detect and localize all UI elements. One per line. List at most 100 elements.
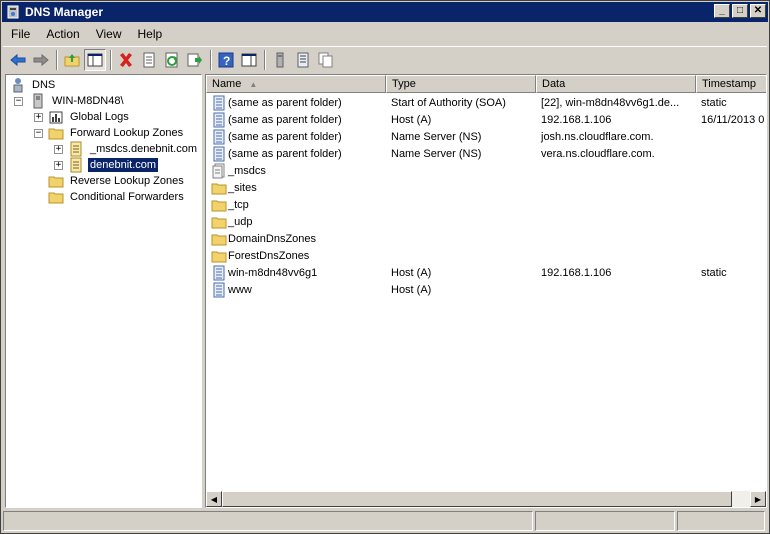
zone-icon: [70, 141, 82, 157]
column-header-data[interactable]: Data: [536, 75, 696, 93]
folder-icon: [211, 217, 227, 228]
record-name: DomainDnsZones: [228, 232, 317, 245]
record-name: (same as parent folder): [228, 113, 342, 126]
scroll-right-button[interactable]: ▶: [750, 491, 766, 507]
tree-item-global-logs[interactable]: Global Logs: [48, 109, 131, 125]
tree-item-reverse-lookup-zones[interactable]: Reverse Lookup Zones: [48, 173, 186, 189]
server-button[interactable]: [269, 49, 291, 71]
properties-button[interactable]: [138, 49, 160, 71]
toolbar-separator: [56, 49, 58, 70]
status-bar: [3, 511, 767, 531]
delete-x-icon: [120, 52, 132, 67]
copy-icon: [318, 52, 333, 67]
column-header-timestamp[interactable]: Timestamp: [696, 75, 766, 93]
tree-item-dns-root[interactable]: DNS: [10, 77, 57, 93]
forward-button[interactable]: [30, 49, 52, 71]
toolbar-separator: [264, 49, 266, 70]
menu-action[interactable]: Action: [38, 27, 87, 41]
record-row[interactable]: www Host (A): [206, 281, 766, 298]
event-log-icon: [49, 111, 63, 124]
minimize-button[interactable]: _: [714, 4, 730, 18]
show-hide-action-pane-button[interactable]: [238, 49, 260, 71]
record-type: Host (A): [391, 113, 432, 126]
record-name-cell: _udp: [206, 214, 386, 230]
column-header-name[interactable]: Name ▲: [206, 75, 386, 93]
toolbar: ?: [3, 46, 767, 72]
record-row[interactable]: _msdcs: [206, 162, 766, 179]
record-type: Start of Authority (SOA): [391, 96, 506, 109]
folder-icon: [48, 176, 64, 188]
record-type: Name Server (NS): [391, 147, 482, 160]
record-row[interactable]: _tcp: [206, 196, 766, 213]
record-row[interactable]: DomainDnsZones: [206, 230, 766, 247]
column-header-label: Timestamp: [702, 78, 756, 90]
refresh-button[interactable]: [161, 49, 183, 71]
copy-records-button[interactable]: [315, 49, 337, 71]
scroll-thumb[interactable]: [222, 491, 732, 507]
record-row[interactable]: _udp: [206, 213, 766, 230]
column-header-type[interactable]: Type: [386, 75, 536, 93]
record-name: www: [228, 283, 252, 296]
column-headers: Name ▲ Type Data Timestamp: [206, 75, 766, 93]
record-name-cell: _tcp: [206, 197, 386, 213]
maximize-button[interactable]: □: [732, 4, 748, 18]
record-name: (same as parent folder): [228, 147, 342, 160]
refresh-icon: [165, 52, 178, 67]
show-hide-console-tree-button[interactable]: [84, 48, 106, 71]
record-row[interactable]: win-m8dn48vv6g1 Host (A) 192.168.1.106 stat…: [206, 264, 766, 281]
record-row[interactable]: (same as parent folder) Name Server (NS) j…: [206, 128, 766, 145]
records-view-button[interactable]: [292, 49, 314, 71]
folder-icon: [211, 234, 227, 245]
window-title: DNS Manager: [25, 5, 104, 19]
record-row[interactable]: ForestDnsZones: [206, 247, 766, 264]
up-one-level-button[interactable]: [61, 49, 83, 71]
menu-bar: File Action View Help: [3, 24, 170, 44]
tree-item-conditional-forwarders[interactable]: Conditional Forwarders: [48, 189, 186, 205]
delete-button[interactable]: [115, 49, 137, 71]
export-list-button[interactable]: [184, 49, 206, 71]
record-row[interactable]: _sites: [206, 179, 766, 196]
scroll-track[interactable]: [222, 491, 750, 507]
title-bar[interactable]: DNS Manager _ □ ✕: [2, 2, 768, 22]
menu-help[interactable]: Help: [130, 27, 171, 41]
record-name-cell: DomainDnsZones: [206, 231, 386, 247]
column-header-label: Name: [212, 78, 242, 90]
record-row[interactable]: (same as parent folder) Host (A) 192.168.1…: [206, 111, 766, 128]
close-button[interactable]: ✕: [750, 4, 766, 18]
action-pane-icon: [241, 53, 257, 66]
record-name: _msdcs: [228, 164, 266, 177]
tree-item-server[interactable]: WIN-M8DN48\: [30, 93, 126, 109]
menu-file[interactable]: File: [3, 27, 38, 41]
console-tree: DNS − WIN-M8DN48\ + Global Logs − Forwar…: [5, 74, 202, 508]
tree-label: Forward Lookup Zones: [70, 127, 184, 139]
record-icon: [213, 129, 225, 144]
delegation-icon: [212, 163, 225, 178]
expander-forward-zones[interactable]: −: [34, 129, 43, 138]
tree-label: Reverse Lookup Zones: [70, 175, 184, 187]
tree-item-msdcs-zone[interactable]: _msdcs.denebnit.com: [68, 141, 199, 157]
list-icon: [297, 52, 309, 67]
record-row[interactable]: (same as parent folder) Start of Authorit…: [206, 94, 766, 111]
tree-item-forward-lookup-zones[interactable]: Forward Lookup Zones: [48, 125, 185, 141]
expander-server[interactable]: −: [14, 97, 23, 106]
back-button[interactable]: [7, 49, 29, 71]
menu-view[interactable]: View: [88, 27, 130, 41]
expander-selected-zone[interactable]: +: [54, 161, 63, 170]
records-list: Name ▲ Type Data Timestamp (same as pare…: [205, 74, 767, 508]
console-tree-icon: [87, 53, 103, 66]
tree-label: DNS: [32, 79, 56, 91]
dns-app-icon: [7, 5, 19, 19]
record-row[interactable]: (same as parent folder) Name Server (NS) v…: [206, 145, 766, 162]
folder-up-icon: [64, 53, 80, 66]
record-type: Host (A): [391, 266, 432, 279]
folder-icon: [211, 183, 227, 194]
horizontal-scrollbar[interactable]: ◀ ▶: [206, 491, 766, 507]
svg-text:?: ?: [223, 54, 230, 68]
expander-msdcs-zone[interactable]: +: [54, 145, 63, 154]
tree-item-denebnit-zone[interactable]: denebnit.com: [68, 157, 159, 173]
tree-label: _msdcs.denebnit.com: [90, 143, 197, 155]
help-button[interactable]: ?: [215, 49, 237, 71]
expander-global-logs[interactable]: +: [34, 113, 43, 122]
scroll-left-button[interactable]: ◀: [206, 491, 222, 507]
record-name-cell: win-m8dn48vv6g1: [206, 265, 386, 281]
